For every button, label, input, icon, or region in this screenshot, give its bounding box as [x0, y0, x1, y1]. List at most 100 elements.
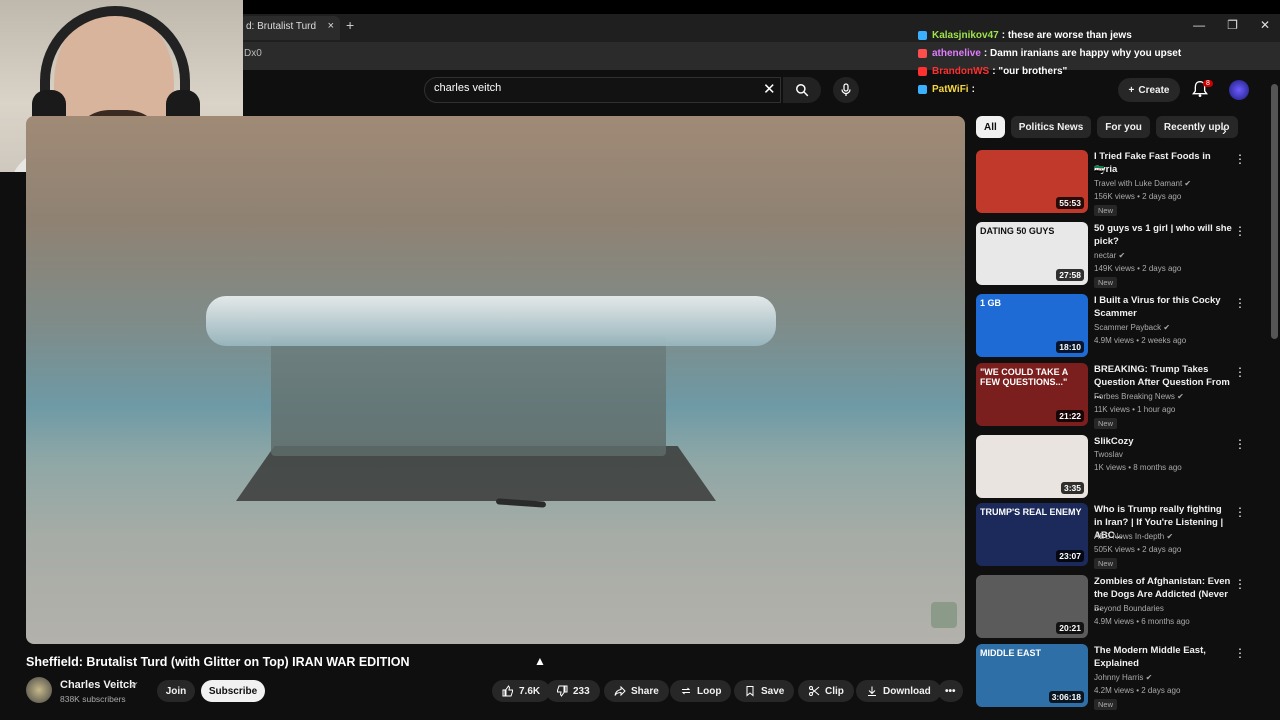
recommendation-views: 1K views • 8 months ago	[1094, 463, 1182, 472]
dislike-button[interactable]: 233	[546, 680, 600, 702]
scissors-icon	[809, 686, 820, 696]
chat-username: Kalasjnikov47	[932, 29, 999, 41]
recommendation-channel[interactable]: Beyond Boundaries	[1094, 603, 1164, 615]
recommendation-channel[interactable]: Johnny Harris ✔	[1094, 672, 1152, 684]
recommendation-views: 156K views • 2 days ago	[1094, 192, 1182, 201]
new-badge: New	[1094, 205, 1118, 216]
channel-watermark[interactable]	[931, 602, 957, 628]
recommendation-views: 505K views • 2 days ago	[1094, 545, 1182, 554]
like-count: 7.6K	[519, 685, 541, 697]
video-duration: 18:10	[1056, 341, 1084, 353]
recommendation-item[interactable]: 1 GB 18:10 I Built a Virus for this Cocky …	[976, 294, 1266, 358]
recommendation-views: 4.9M views • 6 months ago	[1094, 617, 1190, 626]
share-label: Share	[631, 685, 659, 697]
url-text[interactable]: Dx0	[244, 48, 262, 59]
thumbs-up-icon	[502, 685, 513, 697]
more-options-icon[interactable]: ⋮	[1234, 224, 1246, 238]
browser-tab[interactable]: d: Brutalist Turd ×	[240, 16, 340, 40]
filter-chip[interactable]: For you	[1097, 116, 1150, 138]
recommendation-channel[interactable]: Travel with Luke Damant ✔	[1094, 178, 1191, 190]
recommendation-title[interactable]: The Modern Middle East, Explained	[1094, 644, 1232, 670]
loop-button[interactable]: Loop	[670, 680, 732, 702]
recommendation-thumbnail[interactable]: 1 GB 18:10	[976, 294, 1088, 357]
recommendation-item[interactable]: MIDDLE EAST 3:06:18 The Modern Middle East…	[976, 644, 1266, 710]
more-icon: •••	[945, 685, 956, 697]
filter-chips: All Politics News For you Recently uplo	[976, 116, 1238, 138]
recommendation-title[interactable]: I Tried Fake Fast Foods in Syria	[1094, 150, 1232, 176]
recommendation-channel[interactable]: ABC News In-depth ✔	[1094, 531, 1173, 543]
recommendation-channel[interactable]: Twoslav	[1094, 449, 1123, 461]
maximize-button[interactable]: ❐	[1227, 18, 1238, 32]
recommendation-item[interactable]: DATING 50 GUYS 27:58 50 guys vs 1 girl | w…	[976, 222, 1266, 288]
search-button[interactable]	[783, 77, 821, 103]
more-options-icon[interactable]: ⋮	[1234, 365, 1246, 379]
recommendation-item[interactable]: 55:53 I Tried Fake Fast Foods in Syria 🇸🇾 T…	[976, 150, 1266, 216]
recommendation-title[interactable]: I Built a Virus for this Cocky Scammer	[1094, 294, 1232, 320]
channel-avatar[interactable]	[26, 677, 52, 703]
subscribe-button[interactable]: Subscribe	[201, 680, 265, 702]
voice-search-button[interactable]	[833, 77, 859, 103]
filter-chip[interactable]: All	[976, 116, 1005, 138]
recommendation-thumbnail[interactable]: MIDDLE EAST 3:06:18	[976, 644, 1088, 707]
more-options-icon[interactable]: ⋮	[1234, 152, 1246, 166]
clip-button[interactable]: Clip	[798, 680, 854, 702]
more-options-icon[interactable]: ⋮	[1234, 296, 1246, 310]
account-avatar[interactable]	[1229, 80, 1249, 100]
recommendation-channel[interactable]: Forbes Breaking News ✔	[1094, 391, 1184, 403]
like-button[interactable]: 7.6K	[492, 680, 551, 702]
recommendation-channel[interactable]: nectar ✔	[1094, 250, 1125, 262]
more-options-icon[interactable]: ⋮	[1234, 577, 1246, 591]
search-input[interactable]	[434, 82, 734, 94]
recommendation-thumbnail[interactable]: TRUMP'S REAL ENEMY 23:07	[976, 503, 1088, 566]
recommendation-thumbnail[interactable]: 3:35	[976, 435, 1088, 498]
recommendation-item[interactable]: "WE COULD TAKE A FEW QUESTIONS..." 21:22 B…	[976, 363, 1266, 429]
recommendation-title[interactable]: SlikCozy	[1094, 435, 1232, 448]
search-clear-icon[interactable]: ✕	[763, 80, 776, 98]
save-label: Save	[761, 685, 785, 697]
recommendation-thumbnail[interactable]: 20:21	[976, 575, 1088, 638]
recommendation-item[interactable]: TRUMP'S REAL ENEMY 23:07 Who is Trump real…	[976, 503, 1266, 569]
video-scene-structure	[271, 336, 666, 456]
search-icon	[796, 84, 809, 97]
chevron-right-icon[interactable]: ›	[1222, 122, 1227, 138]
recommendation-channel[interactable]: Scammer Payback ✔	[1094, 322, 1170, 334]
thumbnail-text: DATING 50 GUYS	[980, 226, 1055, 236]
chat-username: athenelive	[932, 47, 981, 59]
more-options-icon[interactable]: ⋮	[1234, 505, 1246, 519]
tab-close-icon[interactable]: ×	[328, 20, 334, 32]
recommendation-item[interactable]: 20:21 Zombies of Afghanistan: Even the Do…	[976, 575, 1266, 639]
chat-badge-icon	[918, 66, 927, 76]
recommendation-thumbnail[interactable]: "WE COULD TAKE A FEW QUESTIONS..." 21:22	[976, 363, 1088, 426]
download-icon	[868, 686, 876, 696]
video-player[interactable]	[26, 116, 965, 644]
save-button[interactable]: Save	[734, 680, 795, 702]
chat-badge-icon	[918, 48, 927, 58]
more-options-icon[interactable]: ⋮	[1234, 646, 1246, 660]
dislike-count: 233	[573, 685, 590, 697]
video-duration: 3:06:18	[1048, 691, 1084, 703]
loop-icon	[681, 687, 691, 695]
channel-name[interactable]: Charles Veitch	[60, 679, 136, 691]
download-button[interactable]: Download	[856, 680, 941, 702]
more-options-icon[interactable]: ⋮	[1234, 437, 1246, 451]
video-duration: 55:53	[1056, 197, 1084, 209]
more-actions-button[interactable]: •••	[938, 680, 963, 702]
thumbnail-text: MIDDLE EAST	[980, 648, 1042, 658]
window-close-button[interactable]: ✕	[1260, 18, 1270, 32]
page-scrollbar[interactable]	[1271, 84, 1278, 339]
video-duration: 21:22	[1056, 410, 1084, 422]
join-button[interactable]: Join	[157, 680, 195, 702]
recommendation-thumbnail[interactable]: 55:53	[976, 150, 1088, 213]
chat-badge-icon	[918, 84, 927, 94]
filter-chip[interactable]: Politics News	[1010, 116, 1092, 138]
video-title: Sheffield: Brutalist Turd (with Glitter …	[26, 655, 410, 669]
recommendation-item[interactable]: 3:35 SlikCozy Twoslav 1K views • 8 months a…	[976, 435, 1266, 499]
recommendation-thumbnail[interactable]: DATING 50 GUYS 27:58	[976, 222, 1088, 285]
chat-text: : "our brothers"	[992, 65, 1068, 77]
share-button[interactable]: Share	[604, 680, 669, 702]
mouse-cursor-icon: ▲	[534, 654, 546, 668]
chat-overlay: Kalasjnikov47: these are worse than jews…	[918, 26, 1218, 98]
new-tab-button[interactable]: +	[346, 17, 354, 33]
recommendation-title[interactable]: 50 guys vs 1 girl | who will she pick?	[1094, 222, 1232, 248]
bookmark-icon	[746, 686, 754, 697]
